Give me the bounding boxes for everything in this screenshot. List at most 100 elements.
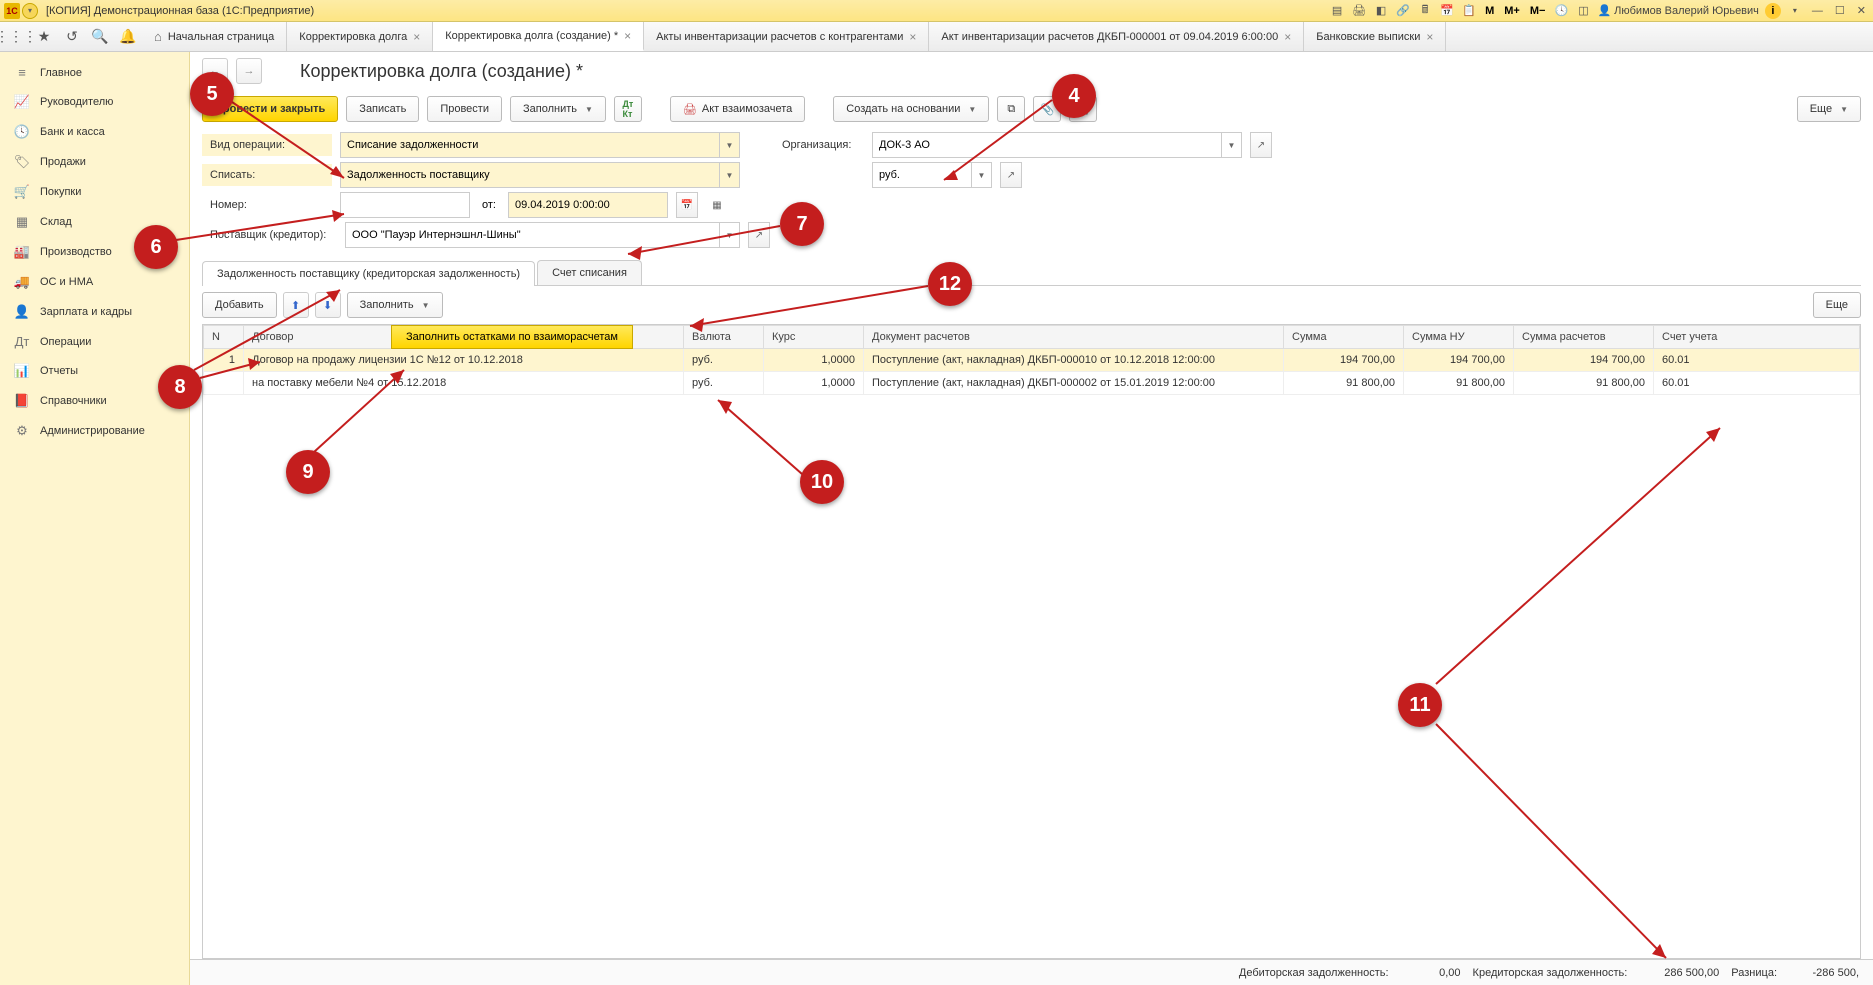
table-fill-button[interactable]: Заполнить▼ xyxy=(347,292,443,318)
date-input[interactable]: 09.04.2019 0:00:00 xyxy=(508,192,668,218)
info-icon[interactable]: i xyxy=(1765,3,1781,19)
close-icon[interactable]: × xyxy=(1426,30,1433,44)
currency-select[interactable]: руб.▼ xyxy=(872,162,992,188)
organization-select[interactable]: ДОК-3 АО▼ xyxy=(872,132,1242,158)
minimize-button[interactable]: — xyxy=(1809,5,1826,17)
more-button[interactable]: Еще▼ xyxy=(1797,96,1861,122)
close-icon[interactable]: × xyxy=(624,29,631,43)
add-row-button[interactable]: Добавить xyxy=(202,292,277,318)
print-icon: 🖨 xyxy=(683,103,697,116)
tab-writeoff-account[interactable]: Счет списания xyxy=(537,260,642,285)
fill-balances-menu-item[interactable]: Заполнить остатками по взаиморасчетам xyxy=(391,325,633,349)
chevron-down-icon[interactable]: ▼ xyxy=(719,163,739,187)
operation-type-select[interactable]: Списание задолженности▼ xyxy=(340,132,740,158)
sidebar-item-bank[interactable]: 🕓Банк и касса xyxy=(0,117,189,147)
sidebar-item-admin[interactable]: ⚙Администрирование xyxy=(0,416,189,446)
col-account[interactable]: Счет учета xyxy=(1654,326,1860,349)
content: ← → Корректировка долга (создание) * Про… xyxy=(190,52,1873,985)
writeoff-label: Списать: xyxy=(202,164,332,186)
tab-debt-adjust-new[interactable]: Корректировка долга (создание) *× xyxy=(433,22,644,51)
col-doc[interactable]: Документ расчетов xyxy=(864,326,1284,349)
clock-icon[interactable]: 🕓 xyxy=(1553,3,1569,19)
memory-m[interactable]: M xyxy=(1483,5,1496,17)
print-icon[interactable]: 🖨 xyxy=(1351,3,1367,19)
cell-sum-calc: 91 800,00 xyxy=(1514,372,1654,395)
supplier-select[interactable]: ООО "Пауэр Интернэшнл-Шины"▼ xyxy=(345,222,740,248)
close-window-button[interactable]: ✕ xyxy=(1854,4,1869,17)
move-down-button[interactable]: ⬇ xyxy=(315,292,341,318)
save-button[interactable]: Записать xyxy=(346,96,419,122)
currency-open-button[interactable]: ↗ xyxy=(1000,162,1022,188)
nav-forward-button[interactable]: → xyxy=(236,58,262,84)
favorite-icon[interactable]: ★ xyxy=(32,25,56,49)
tab-bank-statements[interactable]: Банковские выписки× xyxy=(1304,22,1446,51)
sidebar-item-salary[interactable]: 👤Зарплата и кадры xyxy=(0,297,189,327)
clipboard-icon[interactable]: 📋 xyxy=(1461,3,1477,19)
col-sum-calc[interactable]: Сумма расчетов xyxy=(1514,326,1654,349)
fill-button[interactable]: Заполнить▼ xyxy=(510,96,606,122)
sidebar-item-manager[interactable]: 📈Руководителю xyxy=(0,87,189,117)
related-button[interactable]: ⧉ xyxy=(997,96,1025,122)
offset-act-button[interactable]: 🖨Акт взаимозачета xyxy=(670,96,805,122)
calendar-button[interactable]: 📅 xyxy=(676,192,698,218)
chevron-down-icon: ▼ xyxy=(968,105,976,114)
compare-icon[interactable]: ◧ xyxy=(1373,3,1389,19)
history-icon[interactable]: ↺ xyxy=(60,25,84,49)
maximize-button[interactable]: ☐ xyxy=(1832,4,1848,17)
memory-mplus[interactable]: M+ xyxy=(1502,5,1522,17)
bar-chart-icon: 📊 xyxy=(14,363,30,379)
number-input[interactable] xyxy=(340,192,470,218)
calc-icon[interactable]: 🖩 xyxy=(1417,3,1433,19)
writeoff-select[interactable]: Задолженность поставщику▼ xyxy=(340,162,740,188)
post-button[interactable]: Провести xyxy=(427,96,502,122)
memory-mminus[interactable]: M− xyxy=(1528,5,1548,17)
close-icon[interactable]: × xyxy=(413,30,420,44)
move-up-button[interactable]: ⬆ xyxy=(283,292,309,318)
notifications-icon[interactable]: 🔔 xyxy=(116,25,140,49)
tab-debt-adjust[interactable]: Корректировка долга× xyxy=(287,22,433,51)
sidebar-item-main[interactable]: ≡Главное xyxy=(0,58,189,87)
chevron-down-icon[interactable]: ▼ xyxy=(971,163,991,187)
credit-label: Кредиторская задолженность: xyxy=(1473,967,1628,979)
link-icon[interactable]: 🔗 xyxy=(1395,3,1411,19)
col-sum[interactable]: Сумма xyxy=(1284,326,1404,349)
dtk-button[interactable]: ДтКт xyxy=(614,96,642,122)
calendar-icon[interactable]: 📅 xyxy=(1439,3,1455,19)
supplier-open-button[interactable]: ↗ xyxy=(748,222,770,248)
tab-home[interactable]: ⌂Начальная страница xyxy=(144,22,287,51)
close-icon[interactable]: × xyxy=(1284,30,1291,44)
tab-label: Акт инвентаризации расчетов ДКБП-000001 … xyxy=(941,31,1278,43)
info-dropdown[interactable]: ▾ xyxy=(1787,3,1803,19)
table-toolbar: Добавить ⬆ ⬇ Заполнить▼ Еще xyxy=(190,286,1873,324)
create-based-button[interactable]: Создать на основании▼ xyxy=(833,96,989,122)
supplier-label: Поставщик (кредитор): xyxy=(202,224,337,246)
organization-open-button[interactable]: ↗ xyxy=(1250,132,1272,158)
tab-inventory-act-doc[interactable]: Акт инвентаризации расчетов ДКБП-000001 … xyxy=(929,22,1304,51)
app-menu-dropdown[interactable]: ▾ xyxy=(22,3,38,19)
col-sum-nu[interactable]: Сумма НУ xyxy=(1404,326,1514,349)
close-icon[interactable]: × xyxy=(909,30,916,44)
date-list-button[interactable]: ▦ xyxy=(706,192,728,218)
toolbar-icon-1[interactable]: ▤ xyxy=(1329,3,1345,19)
tab-debt-supplier[interactable]: Задолженность поставщику (кредиторская з… xyxy=(202,261,535,286)
table-more-button[interactable]: Еще xyxy=(1813,292,1861,318)
table-row[interactable]: на поставку мебели №4 от 15.12.2018 руб.… xyxy=(204,372,1860,395)
chevron-down-icon[interactable]: ▼ xyxy=(719,133,739,157)
tab-inventory-acts[interactable]: Акты инвентаризации расчетов с контраген… xyxy=(644,22,929,51)
chevron-down-icon[interactable]: ▼ xyxy=(719,223,739,247)
sidebar-item-purchases[interactable]: 🛒Покупки xyxy=(0,177,189,207)
col-n[interactable]: N xyxy=(204,326,244,349)
sidebar-item-assets[interactable]: 🚚ОС и НМА xyxy=(0,267,189,297)
tab-label: Акты инвентаризации расчетов с контраген… xyxy=(656,31,903,43)
sidebar-item-operations[interactable]: ДтОперации xyxy=(0,327,189,356)
search-icon[interactable]: 🔍 xyxy=(88,25,112,49)
panel-icon[interactable]: ◫ xyxy=(1575,3,1591,19)
table-row[interactable]: 1 Договор на продажу лицензии 1С №12 от … xyxy=(204,349,1860,372)
col-rate[interactable]: Курс xyxy=(764,326,864,349)
apps-icon[interactable]: ⋮⋮⋮ xyxy=(4,25,28,49)
current-user[interactable]: 👤Любимов Валерий Юрьевич xyxy=(1597,4,1758,17)
sidebar-item-label: Банк и касса xyxy=(40,126,105,138)
col-currency[interactable]: Валюта xyxy=(684,326,764,349)
chevron-down-icon[interactable]: ▼ xyxy=(1221,133,1241,157)
sidebar-item-sales[interactable]: 🏷Продажи xyxy=(0,147,189,177)
